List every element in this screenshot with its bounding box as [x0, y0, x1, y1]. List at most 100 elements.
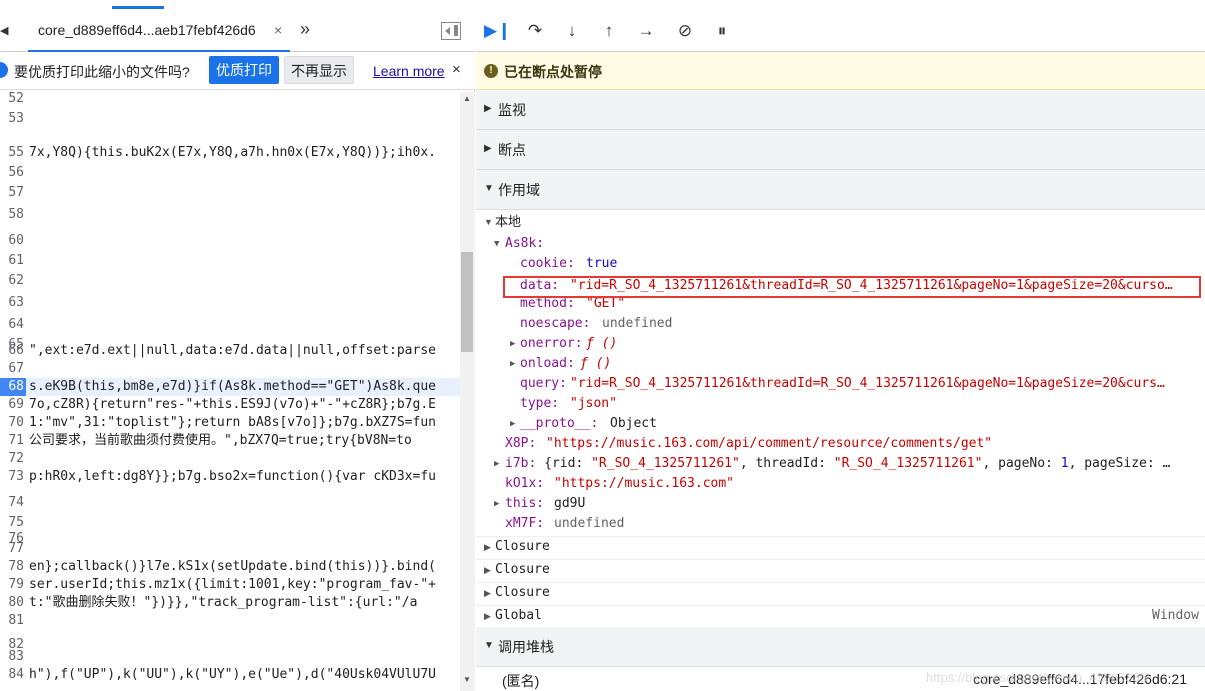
pause-on-exceptions-icon[interactable]: ⏸: [709, 18, 735, 44]
top-strip: [0, 0, 475, 10]
resume-icon[interactable]: ▶❙: [484, 18, 511, 44]
dont-show-again-button[interactable]: 不再显示: [284, 56, 354, 84]
line-number[interactable]: 61: [0, 252, 24, 270]
code-line[interactable]: 55 7x,Y8Q){this.buK2x(E7x,Y8Q,a7h.hn0x(E7…: [0, 144, 460, 162]
scrollbar-thumb[interactable]: [461, 252, 473, 352]
line-number[interactable]: 56: [0, 164, 24, 182]
scope-closure[interactable]: ▶ Closure: [476, 582, 1205, 602]
code-line[interactable]: 61: [0, 252, 460, 270]
code-line[interactable]: 83: [0, 648, 460, 666]
code-editor[interactable]: 52 53 55 7x,Y8Q){this.buK2x(E7x,Y8Q,a7h.hn0…: [0, 90, 475, 691]
prop-query[interactable]: query: "rid=R_SO_4_1325711261&threadId=R…: [476, 374, 1205, 394]
code-text: ",ext:e7d.ext||null,data:e7d.data||null,…: [29, 343, 436, 358]
code-line[interactable]: 57: [0, 184, 460, 202]
step-icon[interactable]: →: [633, 18, 659, 44]
line-number[interactable]: 62: [0, 272, 24, 290]
line-number[interactable]: 73: [0, 468, 24, 486]
line-number[interactable]: 63: [0, 294, 24, 312]
line-number[interactable]: 77: [0, 540, 24, 558]
code-line[interactable]: 80 t:"歌曲删除失败！"})}},"track_program-list":{…: [0, 594, 460, 612]
code-line[interactable]: 52: [0, 90, 460, 108]
prop-cookie[interactable]: cookie: true: [476, 254, 1205, 274]
code-line[interactable]: 84 h"),f("UP"),k("UU"),k("UY"),e("Ue"),d(…: [0, 666, 460, 684]
code-line[interactable]: 58: [0, 206, 460, 224]
code-line[interactable]: 67: [0, 360, 460, 378]
scope-local[interactable]: ▼ 本地: [476, 212, 1205, 232]
step-into-icon[interactable]: ↓: [559, 18, 585, 44]
tab-core-js[interactable]: core_d889eff6d4...aeb17febf426d6 ×: [28, 10, 290, 52]
line-number[interactable]: 69: [0, 396, 24, 414]
code-line[interactable]: 63: [0, 294, 460, 312]
prop-proto[interactable]: ▶ __proto__: Object: [476, 414, 1205, 434]
prop-xm7f[interactable]: xM7F: undefined: [476, 514, 1205, 534]
scope-closure[interactable]: ▶ Closure: [476, 559, 1205, 579]
breakpoint-line[interactable]: 68 s.eK9B(this,bm8e,e7d)}if(As8k.method==…: [0, 378, 460, 396]
step-out-icon[interactable]: ↑: [596, 18, 622, 44]
prop-type[interactable]: type: "json": [476, 394, 1205, 414]
line-number[interactable]: 74: [0, 494, 24, 512]
code-line[interactable]: 64: [0, 316, 460, 334]
prop-i7b[interactable]: ▶ i7b: {rid: "R_SO_4_1325711261", thread…: [476, 454, 1205, 474]
line-number[interactable]: 70: [0, 414, 24, 432]
line-number[interactable]: 67: [0, 360, 24, 378]
line-number[interactable]: 60: [0, 232, 24, 250]
code-line[interactable]: 71 公司要求，当前歌曲须付费使用。",bZX7Q=true;try{bV8N=t…: [0, 432, 460, 450]
code-line[interactable]: 77: [0, 540, 460, 558]
code-line[interactable]: 78 en};callback()}l7e.kS1x(setUpdate.bind…: [0, 558, 460, 576]
navigator-toggle-icon[interactable]: ◀: [0, 24, 12, 38]
line-number[interactable]: 83: [0, 648, 24, 666]
line-number[interactable]: 71: [0, 432, 24, 450]
code-line[interactable]: 79 ser.userId;this.mz1x({limit:1001,key:"…: [0, 576, 460, 594]
prop-noescape[interactable]: noescape: undefined: [476, 314, 1205, 334]
prop-x8p[interactable]: X8P: "https://music.163.com/api/comment/…: [476, 434, 1205, 454]
code-line[interactable]: 74: [0, 494, 460, 512]
code-line[interactable]: 73 p:hR0x,left:dg8Y}};b7g.bso2x=function(…: [0, 468, 460, 486]
debugger-sidebar-toggle-icon[interactable]: [441, 22, 461, 40]
line-number[interactable]: 64: [0, 316, 24, 334]
code-line[interactable]: 72: [0, 450, 460, 468]
deactivate-breakpoints-icon[interactable]: ⊘: [672, 18, 698, 44]
line-number[interactable]: 58: [0, 206, 24, 224]
section-watch[interactable]: ▶ 监视: [476, 90, 1205, 130]
more-tabs-icon[interactable]: »: [300, 19, 310, 40]
code-line[interactable]: 69 7o,cZ8R){return"res-"+this.ES9J(v7o)+"…: [0, 396, 460, 414]
code-line[interactable]: 60: [0, 232, 460, 250]
line-number[interactable]: 53: [0, 110, 24, 128]
section-scope[interactable]: ▼ 作用域: [476, 170, 1205, 210]
line-number[interactable]: 57: [0, 184, 24, 202]
prop-k01x[interactable]: kO1x: "https://music.163.com": [476, 474, 1205, 494]
section-breakpoints[interactable]: ▶ 断点: [476, 130, 1205, 170]
scroll-up-icon[interactable]: ▲: [463, 94, 471, 103]
scope-global[interactable]: ▶ Global Window: [476, 605, 1205, 625]
line-number[interactable]: 81: [0, 612, 24, 630]
section-callstack[interactable]: ▼ 调用堆栈: [476, 627, 1205, 667]
line-number[interactable]: 72: [0, 450, 24, 468]
line-number[interactable]: 80: [0, 594, 24, 612]
line-number[interactable]: 66: [0, 342, 24, 360]
scroll-down-icon[interactable]: ▼: [463, 675, 471, 684]
line-number[interactable]: 84: [0, 666, 24, 684]
code-line[interactable]: 81: [0, 612, 460, 630]
prop-as8k[interactable]: ▼ As8k:: [476, 234, 1205, 254]
prop-this[interactable]: ▶ this: gd9U: [476, 494, 1205, 514]
scope-closure[interactable]: ▶ Closure: [476, 536, 1205, 556]
code-line[interactable]: 62: [0, 272, 460, 290]
learn-more-link[interactable]: Learn more: [373, 63, 445, 79]
close-icon[interactable]: ×: [452, 61, 461, 78]
prop-onerror[interactable]: ▶ onerror: ƒ (): [476, 334, 1205, 354]
line-number[interactable]: 68: [0, 378, 24, 396]
line-number[interactable]: 78: [0, 558, 24, 576]
code-line[interactable]: 66 ",ext:e7d.ext||null,data:e7d.data||nul…: [0, 342, 460, 360]
close-icon[interactable]: ×: [274, 22, 282, 38]
code-line[interactable]: 53: [0, 110, 460, 128]
line-number[interactable]: 79: [0, 576, 24, 594]
highlight-box: [503, 276, 1201, 298]
code-line[interactable]: 56: [0, 164, 460, 182]
step-over-icon[interactable]: ↷: [522, 18, 548, 44]
line-number[interactable]: 55: [0, 144, 24, 162]
code-line[interactable]: 70 1:"mv",31:"toplist"};return bA8s[v7o]}…: [0, 414, 460, 432]
pretty-print-button[interactable]: 优质打印: [209, 56, 279, 84]
editor-scrollbar[interactable]: ▲ ▼: [460, 92, 475, 691]
line-number[interactable]: 52: [0, 90, 24, 108]
prop-onload[interactable]: ▶ onload: ƒ (): [476, 354, 1205, 374]
